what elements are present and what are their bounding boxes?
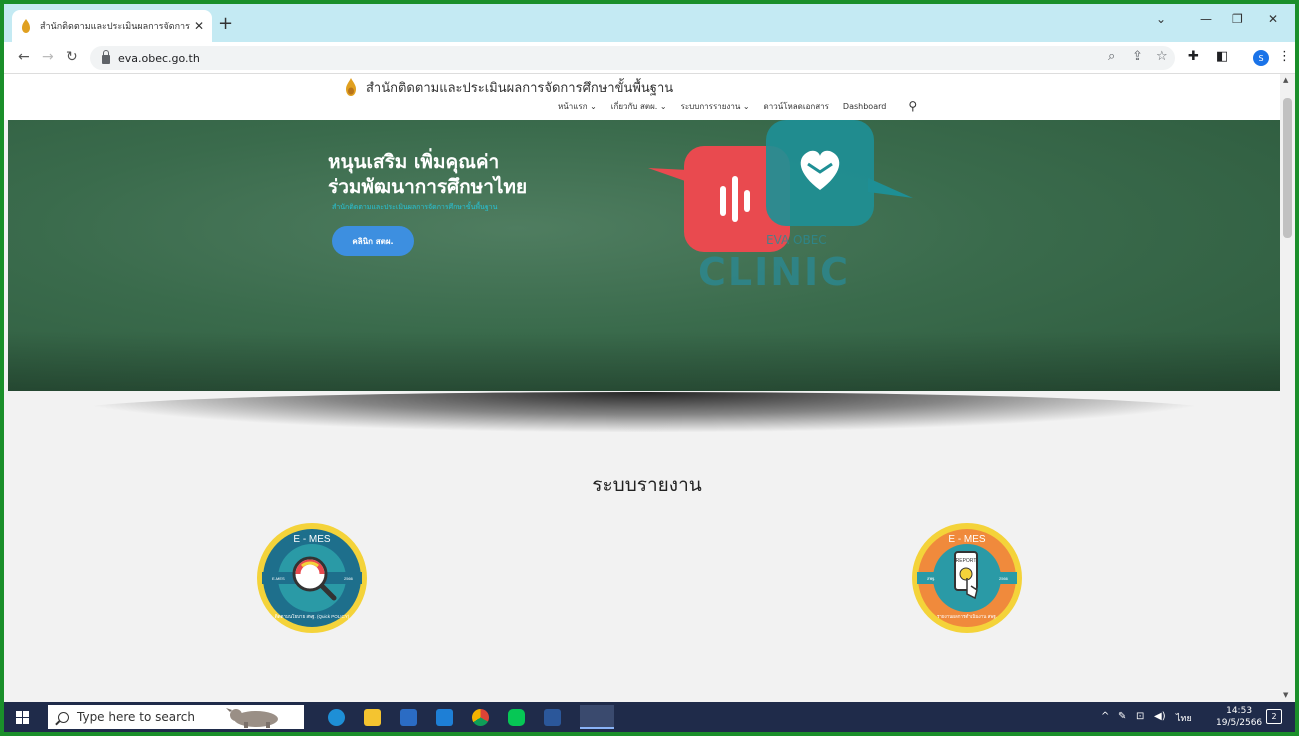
notification-icon[interactable]: 2: [1266, 709, 1282, 724]
file-explorer-icon[interactable]: [364, 709, 381, 726]
taskbar-clock[interactable]: 14:53 19/5/2566: [1216, 705, 1262, 729]
chrome-active-window-icon[interactable]: [580, 705, 614, 729]
side-panel-icon[interactable]: ◧: [1216, 49, 1228, 64]
zoom-icon[interactable]: ⌕: [1108, 49, 1115, 64]
emes-report-badge-graphic: REPORT E - MES สพฐ. 2566 รายงานผลการดำเน…: [912, 523, 1022, 633]
nav-item-home[interactable]: หน้าแรก ⌄: [558, 100, 597, 113]
windows-taskbar: Type here to search ⧉ ^ ✎ ⊡ ◀) ไทย 14:53…: [4, 702, 1295, 732]
share-icon[interactable]: ⇪: [1132, 49, 1143, 64]
new-tab-button[interactable]: +: [218, 13, 233, 34]
search-highlight-illustration: [226, 708, 278, 728]
hero-headline-line-2: ร่วมพัฒนาการศึกษาไทย: [328, 176, 528, 198]
nav-item-dashboard[interactable]: Dashboard: [843, 102, 886, 111]
hero-headline-line-1: หนุนเสริม เพิ่มคุณค่า: [328, 151, 500, 173]
volume-icon[interactable]: ◀): [1154, 711, 1166, 722]
emes-badge-top-text: E - MES: [293, 534, 331, 545]
site-title[interactable]: สำนักติดตามและประเมินผลการจัดการศึกษาขั้…: [366, 77, 673, 98]
menu-dots-icon[interactable]: ⋮: [1278, 49, 1291, 64]
windows-start-icon[interactable]: [16, 711, 29, 724]
reload-icon[interactable]: ↻: [66, 49, 78, 65]
taskbar-search-box[interactable]: Type here to search: [48, 705, 304, 729]
nav-item-reporting[interactable]: ระบบการรายงาน ⌄: [681, 100, 750, 113]
network-icon[interactable]: ⊡: [1136, 711, 1144, 722]
search-icon[interactable]: ⚲: [908, 99, 917, 113]
emes-badge-right-text: 2566: [344, 576, 354, 581]
store-icon[interactable]: [400, 709, 417, 726]
nav-item-downloads[interactable]: ดาวน์โหลดเอกสาร: [764, 100, 829, 113]
emes-report-left-text: สพฐ.: [927, 576, 935, 581]
clinic-logo-text: CLINIC: [698, 250, 851, 294]
clock-date: 19/5/2566: [1216, 718, 1263, 728]
mail-icon[interactable]: [436, 709, 453, 726]
tray-chevron-icon[interactable]: ^: [1101, 711, 1109, 722]
back-icon[interactable]: ←: [18, 49, 30, 65]
emes-badge-ring-text: ติดตามนโยบาย สพฐ. (Quick POLICY): [275, 613, 350, 620]
hero-subtitle: สำนักติดตามและประเมินผลการจัดการศึกษาขั้…: [332, 203, 498, 211]
minimize-icon[interactable]: —: [1200, 12, 1212, 26]
hero-banner: หนุนเสริม เพิ่มคุณค่า ร่วมพัฒนาการศึกษาไ…: [8, 120, 1280, 391]
clinic-button[interactable]: คลินิก สตผ.: [332, 226, 414, 256]
edge-icon[interactable]: [328, 709, 345, 726]
site-logo-icon[interactable]: [344, 78, 358, 96]
main-nav: หน้าแรก ⌄ เกี่ยวกับ สตผ. ⌄ ระบบการรายงาน…: [558, 99, 917, 113]
scroll-up-icon[interactable]: ▲: [1283, 76, 1288, 84]
tab-strip: สำนักติดตามและประเมินผลการจัดการศึ ✕ + ⌄…: [4, 4, 1295, 42]
site-header: สำนักติดตามและประเมินผลการจัดการศึกษาขั้…: [4, 74, 1280, 120]
pen-icon[interactable]: ✎: [1118, 711, 1126, 722]
hero-headline: หนุนเสริม เพิ่มคุณค่า ร่วมพัฒนาการศึกษาไ…: [328, 150, 527, 200]
bookmark-star-icon[interactable]: ☆: [1156, 49, 1168, 64]
browser-tab[interactable]: สำนักติดตามและประเมินผลการจัดการศึ ✕: [12, 10, 212, 42]
scroll-down-icon[interactable]: ▼: [1283, 691, 1288, 699]
emes-badge-graphic: E - MES E-MES 2566 ติดตามนโยบาย สพฐ. (Qu…: [257, 523, 367, 633]
profile-avatar[interactable]: S: [1253, 50, 1269, 66]
language-indicator[interactable]: ไทย: [1176, 711, 1192, 725]
word-icon[interactable]: [544, 709, 561, 726]
chrome-icon[interactable]: [472, 709, 489, 726]
tab-close-icon[interactable]: ✕: [194, 19, 204, 33]
taskbar-search-icon: [58, 711, 69, 723]
tab-search-chevron-icon[interactable]: ⌄: [1156, 12, 1166, 26]
taskbar-search-placeholder: Type here to search: [77, 710, 195, 724]
report-screen-text: REPORT: [956, 558, 977, 564]
extensions-icon[interactable]: ✚: [1188, 49, 1199, 64]
forward-icon[interactable]: →: [42, 49, 54, 65]
eva-obec-caption: EVA OBEC: [766, 233, 827, 247]
section-title: ระบบรายงาน: [592, 474, 702, 496]
task-view-icon[interactable]: ⧉: [291, 710, 308, 727]
emes-quick-policy-badge[interactable]: E - MES E-MES 2566 ติดตามนโยบาย สพฐ. (Qu…: [256, 522, 368, 634]
lock-icon: [102, 49, 110, 64]
tab-title: สำนักติดตามและประเมินผลการจัดการศึ: [40, 22, 190, 32]
browser-window: สำนักติดตามและประเมินผลการจัดการศึ ✕ + ⌄…: [4, 4, 1295, 732]
line-app-icon[interactable]: [508, 709, 525, 726]
emes-report-ring-text: รายงานผลการดำเนินงาน สพฐ.: [937, 613, 997, 620]
page-scrollbar[interactable]: ▲ ▼: [1280, 74, 1295, 702]
emes-report-badge[interactable]: REPORT E - MES สพฐ. 2566 รายงานผลการดำเน…: [911, 522, 1023, 634]
clock-time: 14:53: [1226, 706, 1253, 716]
restore-icon[interactable]: ❐: [1232, 12, 1243, 26]
scrollbar-thumb[interactable]: [1283, 98, 1292, 238]
emes-report-top-text: E - MES: [948, 534, 986, 545]
site-favicon-icon: [22, 19, 30, 33]
web-page: สำนักติดตามและประเมินผลการจัดการศึกษาขั้…: [4, 74, 1280, 702]
url-text: eva.obec.go.th: [118, 51, 200, 65]
close-window-icon[interactable]: ✕: [1268, 12, 1278, 26]
emes-badge-left-text: E-MES: [272, 576, 285, 581]
emes-report-right-text: 2566: [999, 576, 1009, 581]
address-bar[interactable]: eva.obec.go.th: [90, 46, 1175, 70]
hero-shadow-decoration: [64, 392, 1224, 432]
nav-item-about[interactable]: เกี่ยวกับ สตผ. ⌄: [611, 100, 667, 113]
browser-toolbar: ← → ↻ eva.obec.go.th ⌕ ⇪ ☆ ✚ ◧ S ⋮: [4, 42, 1295, 74]
